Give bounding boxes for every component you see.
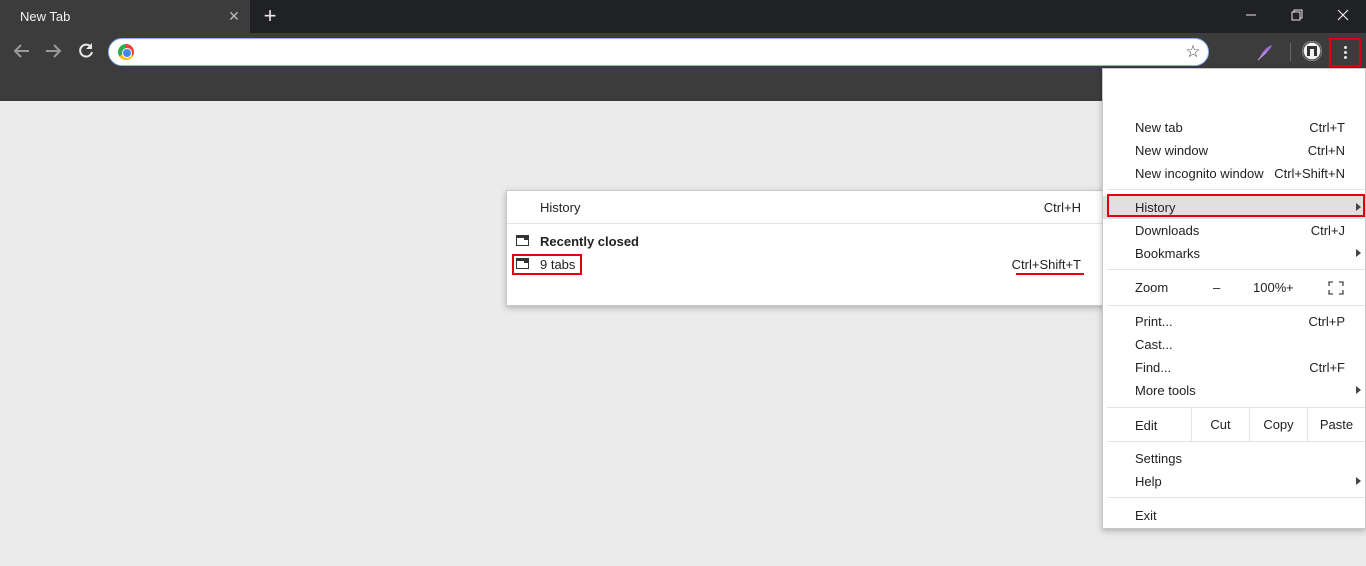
minimize-icon	[1246, 14, 1256, 16]
tab-new-tab[interactable]: New Tab ✕	[0, 0, 250, 33]
recently-closed-label: Recently closed	[540, 234, 639, 249]
menu-shortcut: Ctrl+Shift+N	[1274, 166, 1345, 181]
zoom-in-button[interactable]: +	[1286, 280, 1294, 295]
menu-label: Exit	[1135, 508, 1157, 523]
feather-extension-icon	[1257, 45, 1272, 61]
tab-title: New Tab	[20, 9, 71, 24]
menu-item-new-tab[interactable]: New tab Ctrl+T	[1103, 116, 1365, 139]
menu-label: Zoom	[1135, 280, 1169, 295]
menu-label: New window	[1135, 143, 1208, 158]
menu-label: More tools	[1135, 383, 1196, 398]
back-button[interactable]	[9, 38, 35, 64]
recently-closed-header: Recently closed	[507, 230, 1105, 252]
menu-item-print[interactable]: Print... Ctrl+P	[1103, 310, 1365, 333]
submenu-history-label: History	[540, 200, 581, 215]
menu-divider	[1107, 441, 1365, 442]
annotation-highlight-box	[1107, 194, 1365, 217]
menu-divider	[1107, 189, 1365, 190]
chrome-logo-icon	[118, 44, 134, 60]
submenu-history-shortcut: Ctrl+H	[1043, 200, 1081, 215]
more-vert-icon	[1344, 46, 1347, 60]
menu-label: Print...	[1135, 314, 1173, 329]
menu-shortcut: Ctrl+P	[1308, 314, 1345, 329]
cut-button[interactable]: Cut	[1191, 408, 1249, 441]
back-arrow-icon	[13, 44, 29, 58]
menu-shortcut: Ctrl+T	[1309, 120, 1345, 135]
profile-button[interactable]	[1302, 41, 1322, 61]
fullscreen-icon	[1328, 281, 1344, 295]
submenu-history-item[interactable]: History Ctrl+H	[507, 196, 1105, 218]
zoom-level: 100%	[1253, 280, 1287, 295]
forward-button[interactable]	[40, 38, 66, 64]
menu-item-new-incognito-window[interactable]: New incognito window Ctrl+Shift+N	[1103, 162, 1365, 185]
fullscreen-button[interactable]	[1328, 281, 1344, 295]
menu-item-new-window[interactable]: New window Ctrl+N	[1103, 139, 1365, 162]
profile-icon	[1302, 41, 1322, 61]
menu-label: Settings	[1135, 451, 1182, 466]
annotation-underline	[1016, 273, 1084, 275]
menu-item-edit: Edit Cut Copy Paste	[1103, 408, 1365, 441]
menu-label: New incognito window	[1135, 166, 1264, 181]
customize-menu-button[interactable]	[1329, 38, 1361, 67]
star-icon[interactable]: ☆	[1183, 42, 1203, 62]
address-bar[interactable]: ☆	[108, 38, 1209, 66]
reload-button[interactable]	[73, 38, 99, 64]
submenu-arrow-icon	[1356, 386, 1361, 394]
menu-item-find[interactable]: Find... Ctrl+F	[1103, 356, 1365, 379]
toolbar: ☆	[0, 33, 1366, 69]
menu-label: Edit	[1135, 418, 1158, 433]
minimize-button[interactable]	[1228, 0, 1274, 30]
menu-label: Bookmarks	[1135, 246, 1201, 261]
menu-shortcut: Ctrl+N	[1307, 143, 1345, 158]
menu-divider	[1107, 269, 1365, 270]
title-bar: New Tab ✕ +	[0, 0, 1366, 33]
window-icon	[516, 235, 529, 246]
feather-extension-button[interactable]	[1254, 41, 1276, 63]
recently-closed-9-tabs-item[interactable]: 9 tabs Ctrl+Shift+T	[507, 253, 1105, 275]
restore-icon	[1291, 9, 1303, 21]
toolbar-divider	[1290, 43, 1291, 61]
menu-label: Cast...	[1135, 337, 1173, 352]
address-input[interactable]	[143, 43, 1163, 61]
history-submenu: History Ctrl+H Recently closed 9 tabs Ct…	[506, 190, 1106, 306]
paste-button[interactable]: Paste	[1307, 408, 1365, 441]
restore-button[interactable]	[1274, 0, 1320, 30]
menu-label: Downloads	[1135, 223, 1200, 238]
menu-item-cast[interactable]: Cast...	[1103, 333, 1365, 356]
annotation-highlight-box	[512, 254, 582, 275]
menu-item-bookmarks[interactable]: Bookmarks	[1103, 242, 1365, 265]
menu-item-exit[interactable]: Exit	[1103, 504, 1365, 527]
submenu-divider	[507, 223, 1105, 224]
menu-divider	[1107, 305, 1365, 306]
menu-item-settings[interactable]: Settings	[1103, 447, 1365, 470]
forward-arrow-icon	[46, 44, 62, 58]
menu-item-help[interactable]: Help	[1103, 470, 1365, 493]
submenu-arrow-icon	[1356, 477, 1361, 485]
menu-item-downloads[interactable]: Downloads Ctrl+J	[1103, 219, 1365, 242]
tab-close-icon[interactable]: ✕	[226, 8, 242, 24]
menu-item-more-tools[interactable]: More tools	[1103, 379, 1365, 402]
menu-item-zoom: Zoom – 100% +	[1103, 276, 1365, 299]
close-window-button[interactable]	[1320, 0, 1366, 30]
menu-label: New tab	[1135, 120, 1183, 135]
close-icon	[1337, 9, 1349, 21]
menu-shortcut: Ctrl+F	[1309, 360, 1345, 375]
menu-label: Find...	[1135, 360, 1172, 375]
menu-divider	[1107, 497, 1365, 498]
menu-label: Help	[1135, 474, 1162, 489]
reload-icon	[79, 43, 93, 58]
chrome-main-menu: New tab Ctrl+T New window Ctrl+N New inc…	[1102, 68, 1366, 529]
new-tab-button[interactable]: +	[258, 5, 282, 29]
copy-button[interactable]: Copy	[1249, 408, 1307, 441]
submenu-arrow-icon	[1356, 249, 1361, 257]
reopen-tabs-shortcut: Ctrl+Shift+T	[1011, 257, 1081, 272]
menu-shortcut: Ctrl+J	[1310, 223, 1345, 238]
zoom-out-button[interactable]: –	[1213, 280, 1220, 295]
